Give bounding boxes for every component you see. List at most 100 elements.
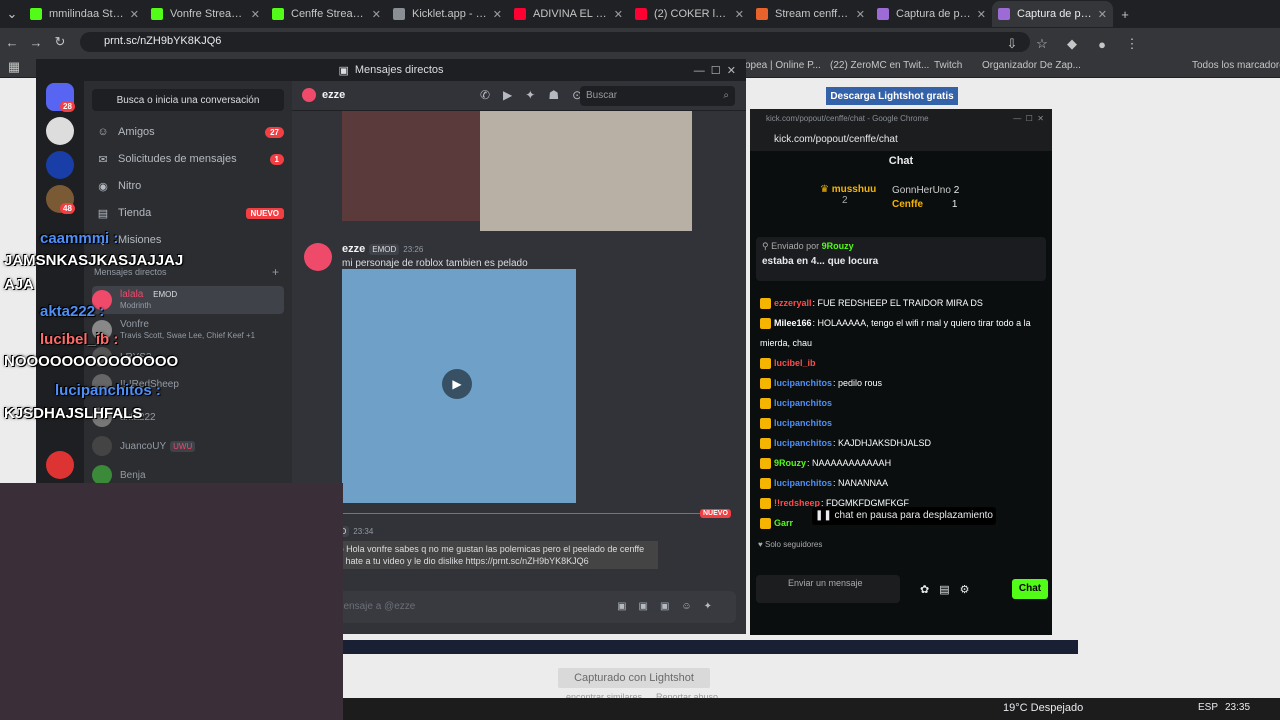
chat-username[interactable]: lucipanchitos [774,378,832,388]
video-attachment[interactable]: ▶ [342,269,576,503]
nav-shop[interactable]: ▤ Tienda NUEVO [92,201,284,225]
server-icon[interactable] [46,117,74,145]
chat-tool-icons[interactable]: ✿▤⚙ [920,583,979,596]
install-icon[interactable]: ⇩ [1000,32,1024,56]
chat-username[interactable]: Milee166 [774,318,812,328]
close-tab-icon[interactable]: ✕ [856,8,865,21]
chat-message[interactable]: ezzeryall: FUE REDSHEEP EL TRAIDOR MIRA … [760,297,1050,310]
chat-message[interactable]: 9Rouzy: NAAAAAAAAAAAH [760,457,1050,470]
close-tab-icon[interactable]: ✕ [372,8,381,21]
back-icon[interactable]: ← [0,30,24,54]
image-attachment[interactable] [480,111,692,231]
menu-icon[interactable]: ⋮ [1120,32,1144,56]
new-tab-icon[interactable]: + [1113,2,1137,26]
chat-username[interactable]: lucipanchitos [774,478,832,488]
chat-message[interactable]: lucipanchitos: NANANNAA [760,477,1050,490]
composer-icons[interactable]: ▣▣▣☺✦ [617,601,724,612]
call-icons[interactable]: ✆▶✦☗⊙ [480,88,595,102]
browser-tab[interactable]: Stream cenffe music ✕ [750,1,871,27]
dm-item[interactable]: JuancoUY UWU [92,432,284,460]
chat-username[interactable]: 9Rouzy [774,458,806,468]
tab-title: Captura de pantalla [896,8,973,20]
close-tab-icon[interactable]: ✕ [251,8,260,21]
chat-message[interactable]: lucipanchitos: KAJDHJAKSDHJALSD [760,437,1050,450]
tab-title: Captura de pantalla [1017,8,1094,20]
avatar [304,243,332,271]
server-icon[interactable] [46,451,74,479]
bookmark-item[interactable]: Todos los marcadores [1192,60,1280,71]
image-attachment[interactable] [342,111,480,221]
browser-tab[interactable]: (2) COKER la PASÓ M ✕ [629,1,750,27]
close-tab-icon[interactable]: ✕ [977,8,986,21]
add-dm-icon[interactable]: + [272,265,279,279]
message-author[interactable]: ezze [342,243,365,255]
chat-text: NAAAAAAAAAAAH [812,458,892,468]
clock[interactable]: 23:35 [1225,702,1250,713]
dm-item[interactable]: Vonfre Travis Scott, Swae Lee, Chief Keef… [92,316,284,344]
chat-message[interactable]: lucipanchitos: pedilo rous [760,377,1050,390]
profile-avatar-icon[interactable]: ● [1090,32,1114,56]
play-icon[interactable]: ▶ [442,369,472,399]
chat-username[interactable]: lucipanchitos [774,418,832,428]
bookmark-item[interactable]: Organizador De Zap... [982,60,1081,71]
bookmark-star-icon[interactable]: ☆ [1030,32,1054,56]
chat-username[interactable]: lucibel_ib [774,358,816,368]
badge-icon [760,478,771,490]
apps-icon[interactable]: ▦ [2,55,26,79]
nav-friends[interactable]: ☺ Amigos 27 [92,120,284,144]
message-list: ezze EMOD 23:26 mi personaje de roblox tam… [292,111,746,581]
browser-tab[interactable]: Kicklet.app - Kick Cha ✕ [387,1,508,27]
browser-tab[interactable]: ADIVINA EL PRECIO ✕ [508,1,629,27]
chat-message[interactable]: Milee166: HOLAAAAA, tengo el wifi r mal … [760,317,1050,330]
chat-message[interactable]: lucipanchitos [760,397,1050,410]
leader-name: Cenffe [892,199,924,210]
nav-label: Tienda [118,207,152,219]
chat-message[interactable]: lucipanchitos [760,417,1050,430]
chat-paused-banner[interactable]: ❚❚ chat en pausa para desplazamiento [812,507,996,525]
dm-item[interactable]: lalala EMOD Modrinth [92,286,284,314]
close-tab-icon[interactable]: ✕ [614,8,623,21]
chat-message[interactable]: mierda, chau [760,337,1050,350]
tab-search-icon[interactable]: ⌄ [0,2,24,26]
bookmark-item[interactable]: opea | Online P... [745,60,821,71]
channel-search[interactable]: Buscar ⌕ [580,86,735,106]
browser-tab[interactable]: Vonfre Stream - V ✕ [145,1,266,27]
server-icon[interactable] [46,151,74,179]
close-tab-icon[interactable]: ✕ [735,8,744,21]
chat-message[interactable]: lucibel_ib [760,357,1050,370]
download-lightshot-button[interactable]: Descarga Lightshot gratis [826,87,958,105]
close-tab-icon[interactable]: ✕ [1098,8,1107,21]
browser-tab[interactable]: mmilindaa Stream ✕ [24,1,145,27]
address-bar[interactable]: prnt.sc/nZH9bYK8KJQ6 [80,32,1030,52]
inbox-icon: ▣ [338,64,349,77]
forward-icon[interactable]: → [24,30,48,54]
extensions-icon[interactable]: ◆ [1060,32,1084,56]
close-tab-icon[interactable]: ✕ [493,8,502,21]
browser-tab[interactable]: Captura de pantalla ✕ [871,1,992,27]
browser-tab[interactable]: Cenffe Stream - Watc ✕ [266,1,387,27]
dm-search-button[interactable]: Busca o inicia una conversación [92,89,284,111]
bookmark-item[interactable]: Twitch [934,60,962,71]
message-composer[interactable]: Enviar mensaje a @ezze ▣▣▣☺✦ [292,591,736,623]
window-controls[interactable]: — ☐ ✕ [694,64,736,77]
chat-username[interactable]: lucipanchitos [774,398,832,408]
pinned-message[interactable]: ⚲ Enviado por 9Rouzy estaba en 4... que … [756,237,1046,281]
nav-missions[interactable]: ◈ Misiones [92,228,284,252]
chat-username[interactable]: lucipanchitos [774,438,832,448]
reload-icon[interactable]: ↻ [48,30,72,54]
chat-input[interactable]: Enviar un mensaje [756,575,900,603]
nav-message-requests[interactable]: ✉ Solicitudes de mensajes 1 [92,147,284,171]
input-language[interactable]: ESP [1198,702,1218,713]
close-tab-icon[interactable]: ✕ [130,8,139,21]
weather[interactable]: 19°C Despejado [1003,702,1083,714]
window-controls[interactable]: — ☐ ✕ [1013,114,1044,123]
bookmark-item[interactable]: (22) ZeroMC en Twit... [830,60,929,71]
browser-tab-strip: ⌄ mmilindaa Stream✕Vonfre Stream - V✕Cen… [0,0,1280,28]
tab-title: Kicklet.app - Kick Cha [412,8,489,20]
chat-username[interactable]: Garr [774,518,793,528]
nav-nitro[interactable]: ◉ Nitro [92,174,284,198]
kick-window-title: kick.com/popout/cenffe/chat - Google Chr… [766,113,929,123]
send-chat-button[interactable]: Chat [1012,579,1048,599]
browser-tab[interactable]: Captura de pantalla ✕ [992,1,1113,27]
chat-username[interactable]: ezzeryall [774,298,812,308]
